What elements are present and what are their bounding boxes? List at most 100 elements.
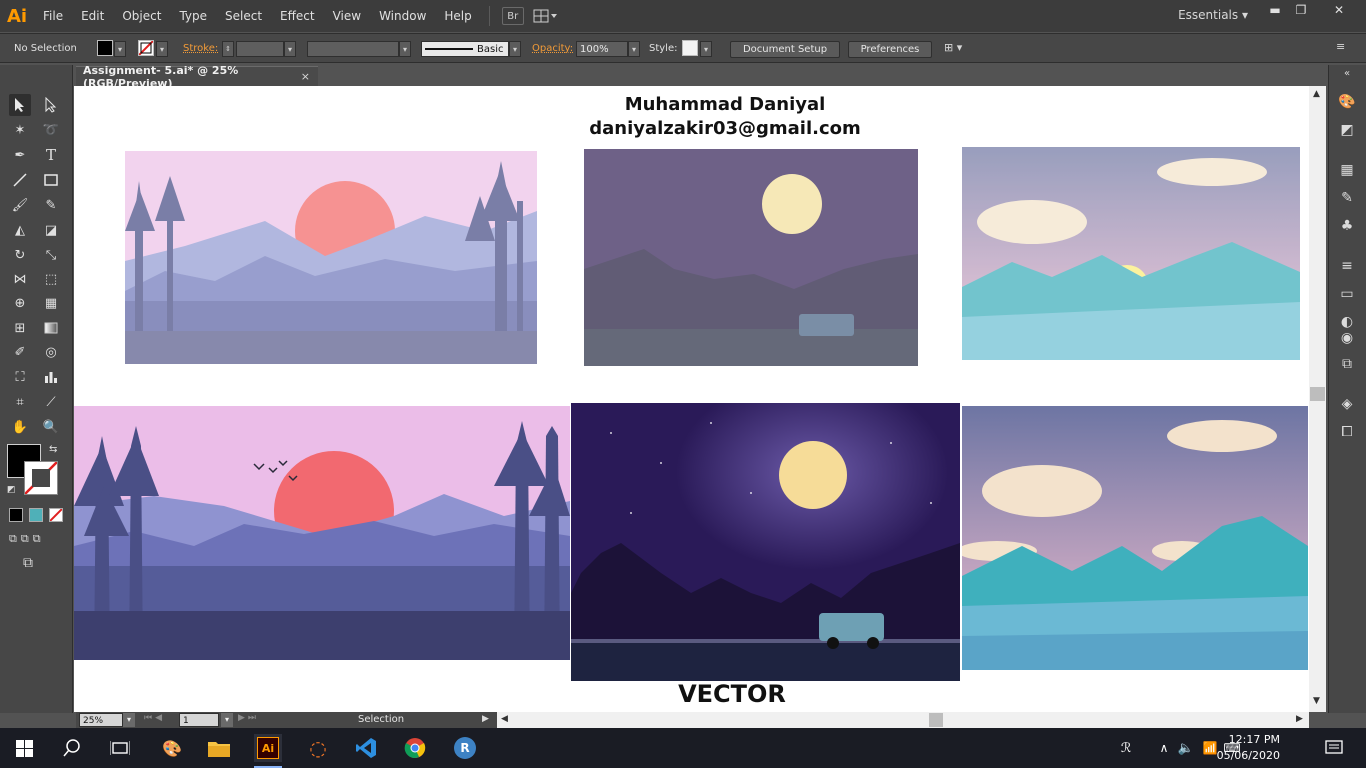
lasso-tool-icon[interactable]: ➰ — [40, 119, 62, 141]
menu-effect[interactable]: Effect — [271, 0, 324, 32]
horizontal-scrollbar[interactable]: ◀ ▶ — [497, 712, 1309, 728]
selection-tool-icon[interactable] — [9, 94, 31, 116]
screen-mode-icon[interactable]: ⧉ — [23, 555, 33, 571]
status-menu-arrow-icon[interactable]: ▶ — [482, 714, 489, 724]
minimize-icon[interactable]: ▬ — [1262, 2, 1288, 18]
zoom-tool-icon[interactable]: 🔍 — [40, 416, 62, 438]
stroke-dropdown-arrow-icon[interactable]: ▾ — [156, 41, 168, 57]
brushes-panel-icon[interactable]: ✎ — [1336, 187, 1358, 209]
menu-type[interactable]: Type — [170, 0, 216, 32]
eyedropper-tool-icon[interactable]: ✐ — [9, 341, 31, 363]
graphic-styles-panel-icon[interactable]: ⧉ — [1336, 353, 1358, 375]
opacity-dropdown-icon[interactable]: ▾ — [628, 41, 640, 57]
appearance-panel-icon[interactable]: ◉ — [1336, 327, 1358, 349]
artboards-panel-icon[interactable]: ⧠ — [1336, 421, 1358, 443]
scroll-up-arrow-icon[interactable]: ▲ — [1313, 89, 1320, 99]
illustrator-taskbar-icon[interactable]: Ai — [254, 734, 282, 768]
brush-dropdown-icon[interactable]: ▾ — [509, 41, 521, 57]
next-last-artboard-icon[interactable]: ▶⏭ — [238, 713, 259, 723]
preferences-button[interactable]: Preferences — [848, 41, 932, 58]
stroke-label[interactable]: Stroke: — [183, 40, 218, 58]
zoom-level-field[interactable]: 25% — [79, 713, 123, 727]
brush-definition[interactable]: Basic — [421, 41, 509, 57]
stroke-color-box[interactable] — [24, 461, 58, 495]
width-profile-dropdown-icon[interactable]: ▾ — [399, 41, 411, 57]
fill-dropdown-arrow-icon[interactable]: ▾ — [114, 41, 126, 57]
shape-builder-tool-icon[interactable]: ⊕ — [9, 292, 31, 314]
artboard-canvas[interactable]: Muhammad Daniyal daniyalzakir03@gmail.co… — [74, 86, 1309, 712]
perspective-grid-tool-icon[interactable]: ▦ — [40, 292, 62, 314]
fill-swatch[interactable] — [97, 40, 113, 56]
free-transform-tool-icon[interactable]: ⬚ — [40, 268, 62, 290]
mountain-sunrise-thumbnail[interactable] — [962, 147, 1300, 360]
stroke-weight-field[interactable] — [236, 41, 284, 57]
none-mode-icon[interactable] — [49, 508, 63, 522]
arrange-icon[interactable]: ⊞ ▾ — [944, 41, 974, 57]
vscode-icon[interactable] — [352, 734, 380, 762]
sunset-forest-artwork[interactable] — [74, 406, 570, 660]
width-tool-icon[interactable]: ⋈ — [9, 268, 31, 290]
color-guide-panel-icon[interactable]: ◩ — [1336, 119, 1358, 141]
night-road-thumbnail[interactable] — [584, 149, 918, 366]
close-window-icon[interactable]: ✕ — [1326, 2, 1352, 18]
horizontal-scroll-thumb[interactable] — [929, 713, 943, 727]
stroke-weight-dropdown-icon[interactable]: ▾ — [284, 41, 296, 57]
gradient-tool-icon[interactable] — [40, 317, 62, 339]
artboard-name-text[interactable]: Muhammad Daniyal — [74, 94, 1309, 115]
document-setup-button[interactable]: Document Setup — [730, 41, 840, 58]
menu-view[interactable]: View — [324, 0, 370, 32]
gradient-mode-icon[interactable] — [29, 508, 43, 522]
jupyter-app-icon[interactable]: ◌ — [304, 734, 332, 762]
chrome-icon[interactable] — [401, 734, 429, 762]
color-panel-icon[interactable]: 🎨 — [1336, 91, 1358, 113]
vector-caption-text[interactable]: VECTOR — [74, 680, 1309, 708]
layers-panel-icon[interactable]: ◈ — [1336, 393, 1358, 415]
search-icon[interactable] — [58, 734, 86, 762]
paintbrush-tool-icon[interactable]: 🖌 — [9, 194, 31, 216]
clock-date[interactable]: 05/06/2020 — [1217, 749, 1280, 762]
drawing-modes-icon[interactable]: ⧉⧉⧉ — [9, 532, 45, 546]
sunset-forest-thumbnail[interactable] — [125, 151, 537, 364]
menu-object[interactable]: Object — [113, 0, 170, 32]
illustrator-logo-icon[interactable]: Ai — [0, 0, 34, 32]
gradient-panel-icon[interactable]: ▭ — [1336, 283, 1358, 305]
column-graph-tool-icon[interactable] — [40, 366, 62, 388]
scroll-down-arrow-icon[interactable]: ▼ — [1313, 696, 1320, 706]
line-tool-icon[interactable] — [9, 169, 31, 191]
symbols-panel-icon[interactable]: ♣ — [1336, 215, 1358, 237]
arrange-documents-icon[interactable] — [532, 7, 560, 25]
notifications-icon[interactable] — [1320, 734, 1348, 762]
clock-time[interactable]: 12:17 PM — [1229, 733, 1280, 746]
scale-tool-icon[interactable]: ⤡ — [40, 244, 62, 266]
mesh-tool-icon[interactable]: ⊞ — [9, 317, 31, 339]
paint-app-icon[interactable]: 🎨 — [158, 734, 186, 762]
artboard-tool-icon[interactable]: ⌗ — [9, 391, 31, 413]
symbol-sprayer-tool-icon[interactable]: ⛶ — [9, 366, 31, 388]
style-dropdown-icon[interactable]: ▾ — [700, 41, 712, 57]
close-tab-icon[interactable]: × — [301, 70, 310, 83]
slice-tool-icon[interactable]: ⟋ — [40, 391, 62, 413]
menu-window[interactable]: Window — [370, 0, 435, 32]
swap-fill-stroke-icon[interactable]: ⇆ — [49, 444, 57, 455]
magic-wand-tool-icon[interactable]: ✶ — [9, 119, 31, 141]
menu-select[interactable]: Select — [216, 0, 271, 32]
stroke-weight-stepper[interactable]: ⇕ — [222, 41, 234, 57]
r-studio-icon[interactable]: R — [451, 734, 479, 762]
stroke-panel-icon[interactable]: ≡ — [1336, 255, 1358, 277]
scroll-right-arrow-icon[interactable]: ▶ — [1296, 714, 1303, 724]
zoom-dropdown-icon[interactable]: ▾ — [123, 713, 135, 727]
artboard-dropdown-icon[interactable]: ▾ — [221, 713, 233, 727]
first-prev-artboard-icon[interactable]: ⏮◀ — [144, 713, 165, 723]
bridge-button[interactable]: Br — [501, 7, 524, 25]
direct-selection-tool-icon[interactable] — [40, 94, 62, 116]
type-tool-icon[interactable]: T — [40, 144, 62, 166]
file-explorer-icon[interactable] — [205, 734, 233, 762]
task-view-icon[interactable] — [106, 734, 134, 762]
people-icon[interactable]: ℛ — [1112, 734, 1140, 762]
mountain-sunrise-artwork[interactable] — [962, 406, 1308, 670]
collapse-panels-icon[interactable]: « — [1336, 67, 1358, 79]
opacity-field[interactable]: 100% — [576, 41, 628, 57]
artboard-email-text[interactable]: daniyalzakir03@gmail.com — [74, 118, 1309, 139]
panel-menu-icon[interactable]: ≡ — [1336, 40, 1350, 58]
eraser-tool-icon[interactable]: ◪ — [40, 219, 62, 241]
